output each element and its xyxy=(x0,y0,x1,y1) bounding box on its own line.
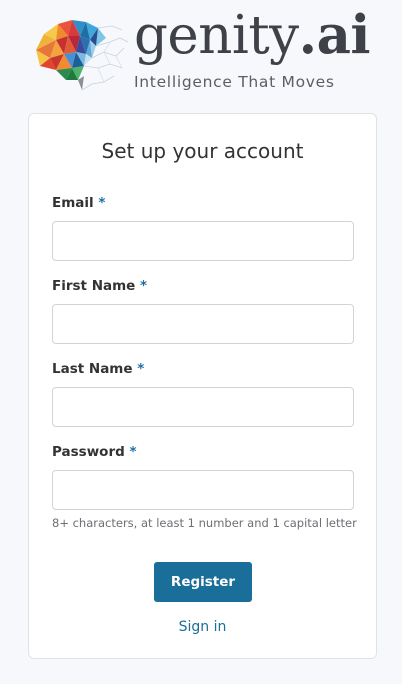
password-field[interactable] xyxy=(52,470,354,510)
register-button[interactable]: Register xyxy=(154,562,252,602)
sign-in-link[interactable]: Sign in xyxy=(29,620,376,634)
email-label: Email * xyxy=(52,195,106,211)
form-title: Set up your account xyxy=(101,139,304,163)
required-marker: * xyxy=(129,444,137,460)
email-field[interactable] xyxy=(52,221,354,261)
password-hint: 8+ characters, at least 1 number and 1 c… xyxy=(52,516,357,530)
first-name-field[interactable] xyxy=(52,304,354,344)
first-name-label: First Name * xyxy=(52,278,148,294)
brand-name-ai: .ai xyxy=(298,4,371,66)
required-marker: * xyxy=(137,361,145,377)
last-name-label: Last Name * xyxy=(52,361,145,377)
last-name-field[interactable] xyxy=(52,387,354,427)
brand-name: genity.ai xyxy=(134,9,371,63)
polygon-brain-icon xyxy=(36,20,129,91)
required-marker: * xyxy=(140,278,148,294)
required-marker: * xyxy=(98,195,106,211)
header: genity.ai Intelligence That Moves xyxy=(0,0,402,105)
password-label: Password * xyxy=(52,444,137,460)
brand-name-main: genity xyxy=(134,5,299,66)
registration-card: Set up your account Email * First Name *… xyxy=(28,113,377,659)
brand-tagline: Intelligence That Moves xyxy=(134,73,335,91)
